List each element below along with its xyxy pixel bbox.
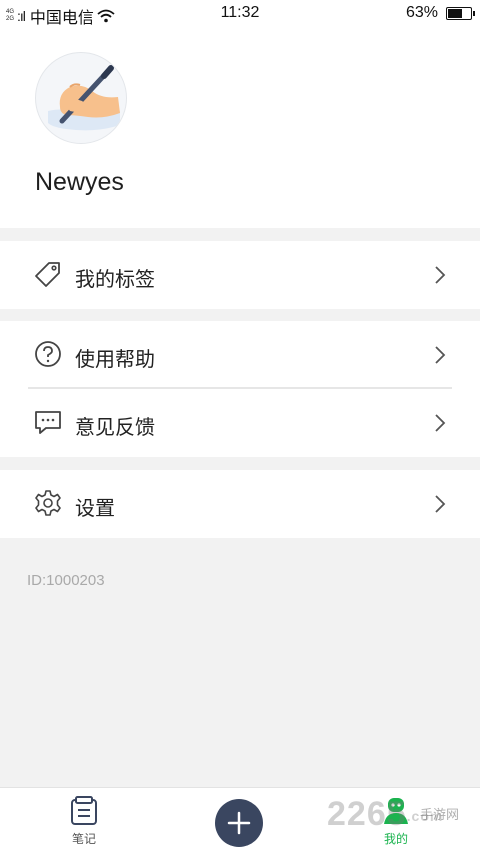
notebook-icon	[71, 796, 97, 825]
menu-item-feedback[interactable]: 意见反馈	[0, 389, 480, 457]
status-bar: 4G 2G :ıl 中国电信 11:32 63%	[0, 0, 480, 27]
tab-mine-label: 我的	[383, 832, 408, 846]
menu-item-tags[interactable]: 我的标签	[0, 241, 480, 309]
menu-item-settings-label: 设置	[75, 498, 115, 520]
plus-icon	[227, 811, 251, 835]
pen-hand-avatar-icon	[48, 65, 120, 131]
profile-section: Newyes	[0, 26, 480, 228]
feedback-chat-icon	[35, 411, 61, 434]
battery-percent: 63%	[405, 4, 438, 21]
menu-item-feedback-label: 意见反馈	[75, 417, 155, 439]
chevron-right-icon	[435, 346, 446, 364]
menu-item-help[interactable]: 使用帮助	[0, 321, 480, 389]
watermark-sub: 手游网	[420, 807, 460, 822]
gear-icon	[35, 490, 61, 516]
help-icon	[35, 341, 61, 367]
chevron-right-icon	[435, 266, 446, 284]
menu-group-settings: 设置	[0, 470, 480, 538]
menu-group-tags: 我的标签	[0, 241, 480, 309]
menu-group-support: 使用帮助 意见反馈	[0, 321, 480, 457]
chevron-right-icon	[435, 495, 446, 513]
status-right: 63%	[405, 4, 475, 22]
username: Newyes	[35, 168, 124, 196]
tab-notes-label: 笔记	[71, 832, 96, 846]
menu-item-tags-label: 我的标签	[75, 269, 155, 291]
battery-fill	[448, 8, 462, 18]
menu-item-settings[interactable]: 设置	[0, 470, 480, 538]
tag-icon	[35, 262, 60, 287]
chevron-right-icon	[435, 414, 446, 432]
battery-icon	[446, 6, 475, 20]
tab-notes[interactable]: 笔记	[54, 796, 114, 847]
watermark-number: 2265	[327, 795, 407, 833]
add-note-button[interactable]	[215, 799, 263, 847]
menu-item-help-label: 使用帮助	[75, 349, 155, 371]
avatar[interactable]	[35, 52, 127, 144]
user-id: ID:1000203	[27, 572, 105, 589]
